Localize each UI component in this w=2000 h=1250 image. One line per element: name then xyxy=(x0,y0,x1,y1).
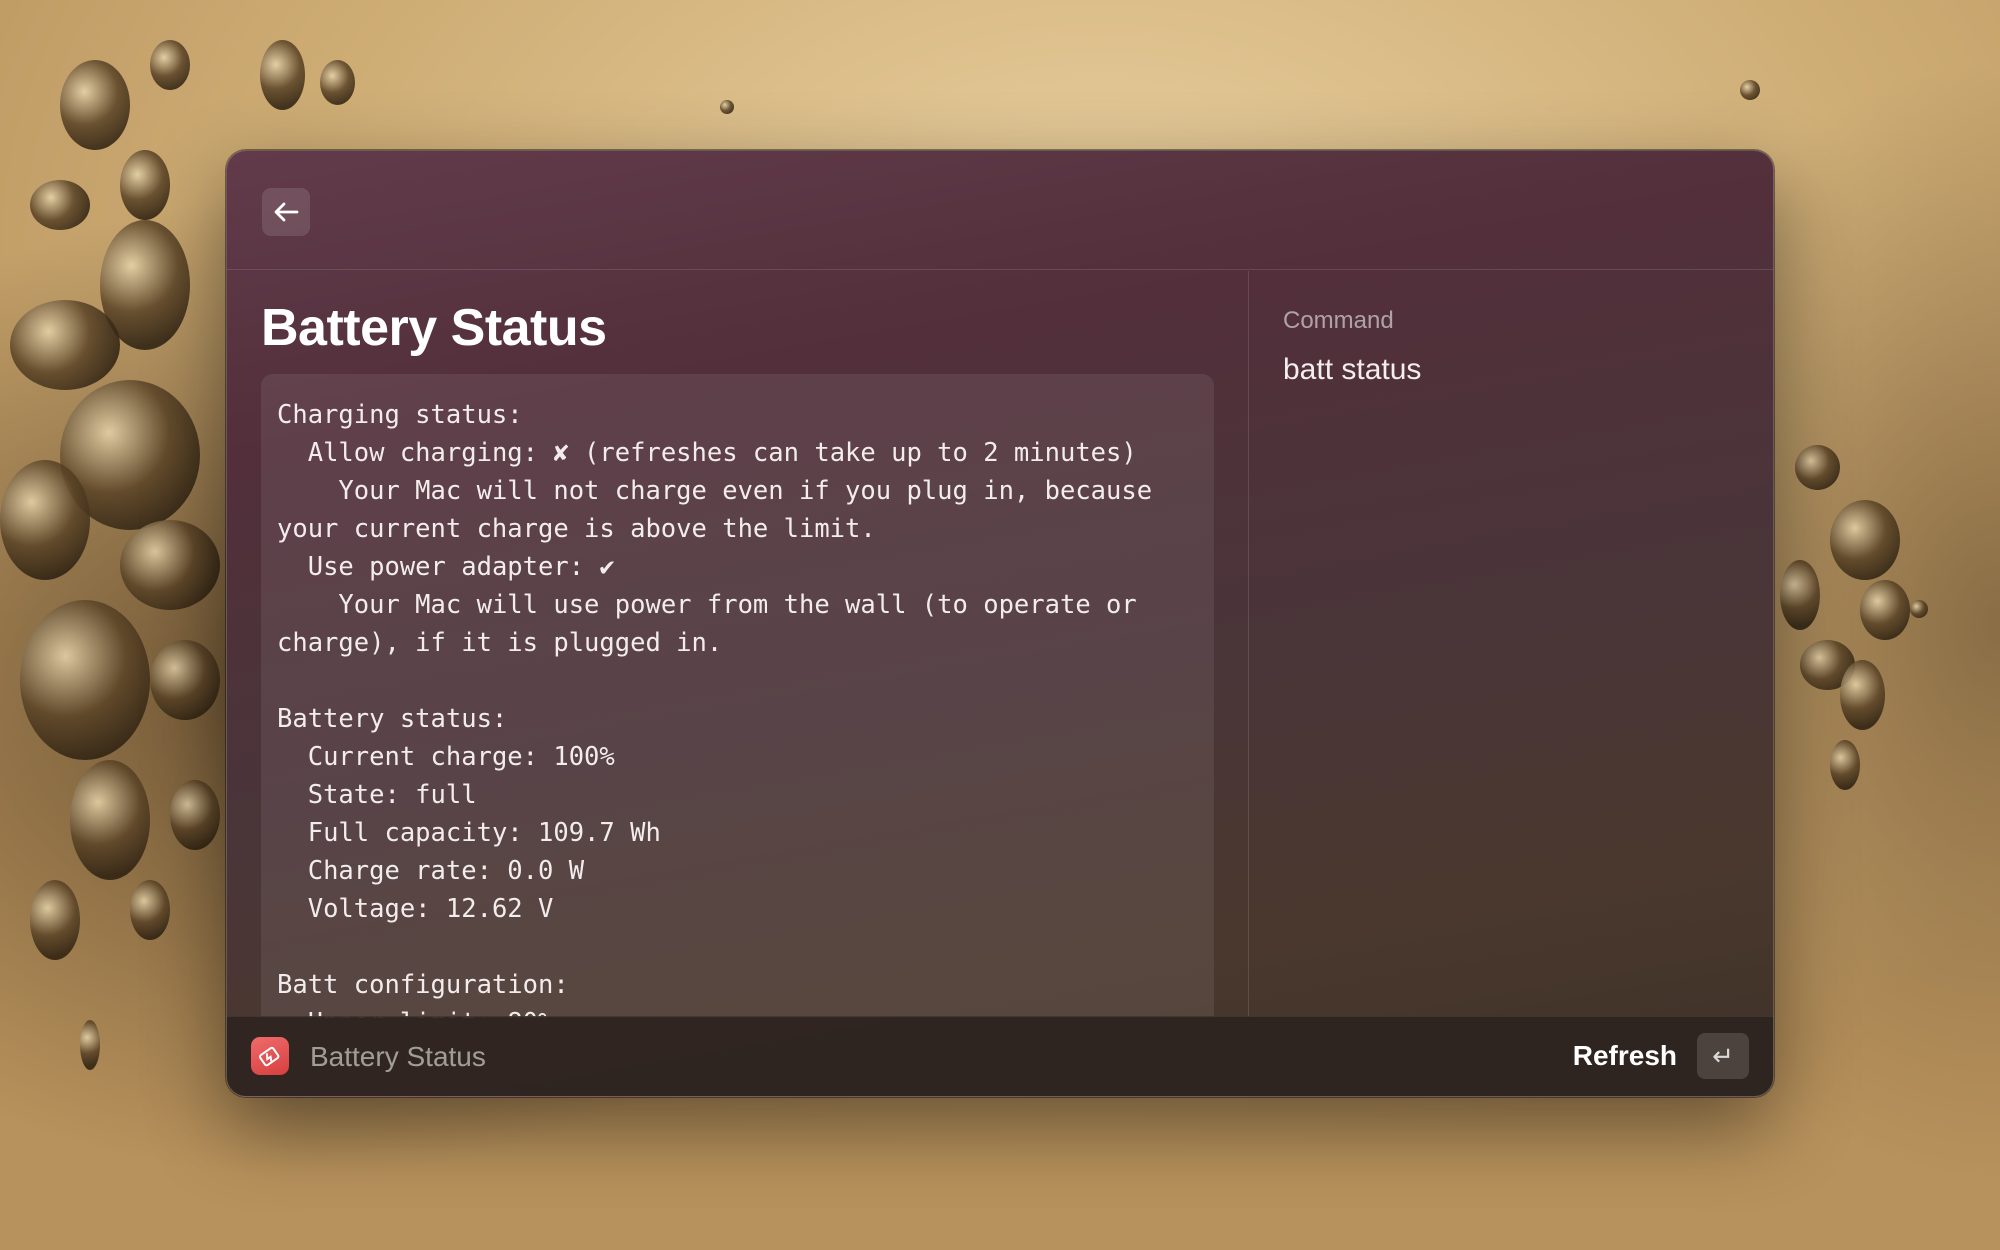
window-header xyxy=(227,151,1773,270)
refresh-action-button[interactable]: Refresh xyxy=(1573,1040,1677,1072)
extension-name: Battery Status xyxy=(310,1041,486,1072)
return-key-icon[interactable]: ↵ xyxy=(1697,1033,1749,1079)
back-button[interactable] xyxy=(262,188,310,236)
arrow-left-icon xyxy=(274,202,299,222)
command-output-text: Charging status: Allow charging: ✘ (refr… xyxy=(277,400,1153,1018)
action-bar: Battery Status Refresh ↵ xyxy=(227,1016,1773,1096)
raycast-window: Battery Status Charging status: Allow ch… xyxy=(226,150,1774,1097)
metadata-value-command: batt status xyxy=(1283,353,1422,386)
page-title: Battery Status xyxy=(261,299,607,357)
metadata-panel: Command batt status xyxy=(1249,271,1773,1018)
metadata-label-command: Command xyxy=(1283,307,1394,334)
command-output-block: Charging status: Allow charging: ✘ (refr… xyxy=(261,374,1214,1018)
battery-extension-icon xyxy=(251,1037,289,1075)
detail-content: Battery Status Charging status: Allow ch… xyxy=(227,271,1248,1018)
